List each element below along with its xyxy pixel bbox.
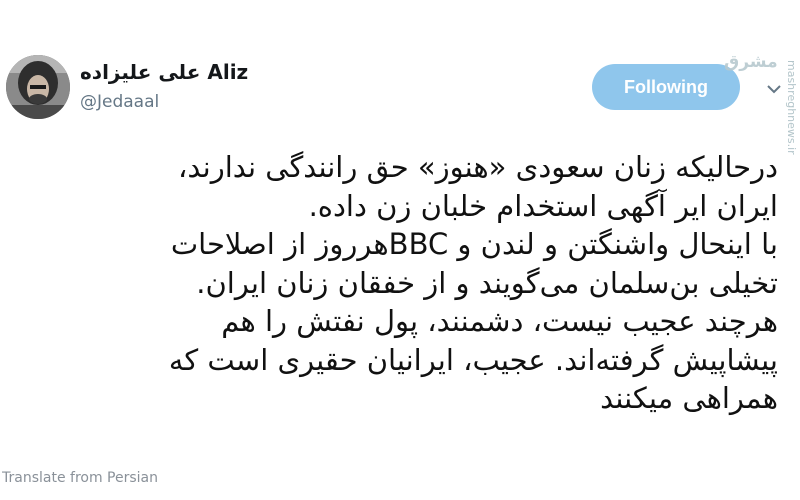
watermark-url: mashreghnews.ir bbox=[785, 60, 798, 155]
tweet-line: همراهی میکنند bbox=[600, 381, 778, 415]
display-name[interactable]: علی علیزاده Aliz bbox=[80, 60, 248, 84]
translate-link[interactable]: Translate from Persian bbox=[2, 470, 262, 500]
following-button[interactable]: Following bbox=[592, 64, 740, 110]
watermark-logo: مشرق bbox=[724, 52, 778, 72]
user-handle[interactable]: @Jedaaal bbox=[80, 92, 159, 112]
tweet-line: با اینحال واشنگتن و لندن و BBCهرروز از ا… bbox=[170, 227, 778, 261]
tweet-line: پیشاپیش گرفته‌اند. عجیب، ایرانیان حقیری … bbox=[168, 342, 778, 377]
avatar[interactable] bbox=[6, 55, 70, 119]
tweet-line: هرچند عجیب نیست، دشمنند، پول نفتش را هم bbox=[221, 304, 778, 338]
tweet-line: درحالیکه زنان سعودی «هنوز» حق رانندگی ند… bbox=[178, 150, 778, 184]
avatar-photo bbox=[6, 55, 70, 119]
tweet-text: درحالیکه زنان سعودی «هنوز» حق رانندگی ند… bbox=[10, 148, 778, 418]
tweet-line: تخیلی بن‌سلمان می‌گویند و از خفقان زنان … bbox=[196, 265, 778, 300]
tweet-line: ایران ایر آگهی استخدام خلبان زن داده. bbox=[308, 188, 778, 223]
